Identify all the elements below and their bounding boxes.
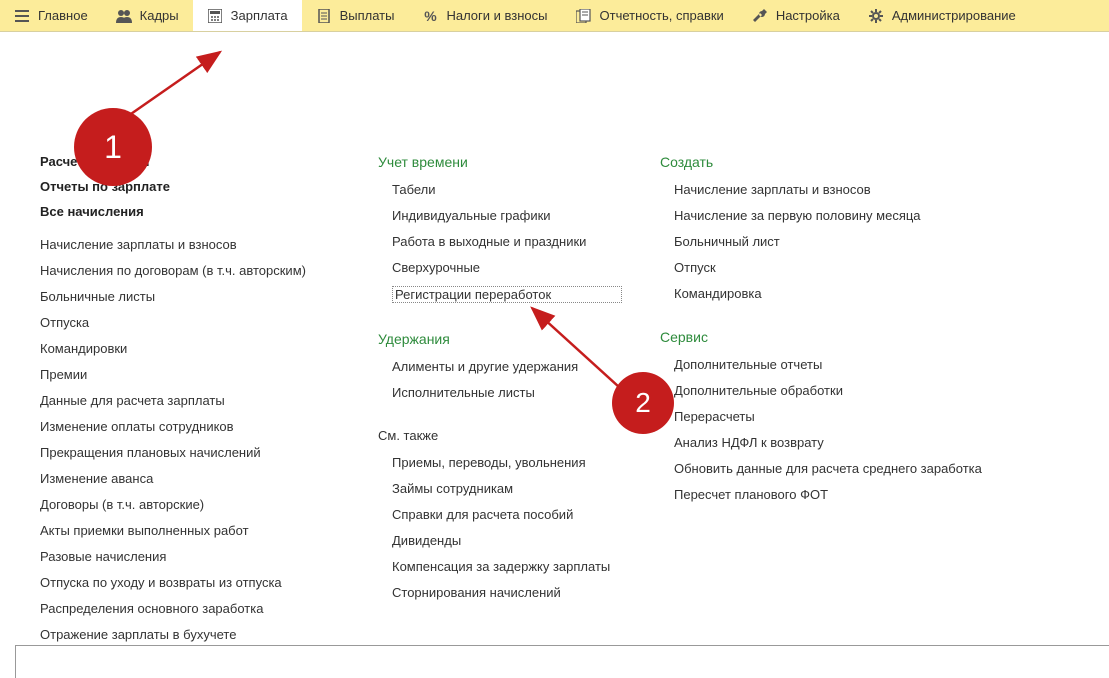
link-item[interactable]: Отражение зарплаты в бухучете [40,627,342,642]
toolbar-item-4[interactable]: % Налоги и взносы [408,0,561,31]
link-item[interactable]: Приемы, переводы, увольнения [392,455,622,470]
link-item[interactable]: Табели [392,182,622,197]
link-item[interactable]: Отпуска [40,315,342,330]
link-item[interactable]: Разовые начисления [40,549,342,564]
wrench-icon [752,8,768,24]
section-header-service: Сервис [660,329,1091,345]
link-item[interactable]: Начисление зарплаты и взносов [40,237,342,252]
link-item[interactable]: Отпуска по уходу и возвраты из отпуска [40,575,342,590]
link-item[interactable]: Анализ НДФЛ к возврату [674,435,1091,450]
top-toolbar: Главное Кадры Зарплата Выплаты% Налоги и взн… [0,0,1109,32]
section-header-time: Учет времени [378,60,622,170]
bottom-border [15,645,1109,675]
toolbar-item-3[interactable]: Выплаты [302,0,409,31]
link-item[interactable]: Больничные листы [40,289,342,304]
toolbar-label: Кадры [140,8,179,23]
section-header-deductions: Удержания [378,331,622,347]
link-item[interactable]: Командировки [40,341,342,356]
link-item[interactable]: Начисление зарплаты и взносов [674,182,1091,197]
toolbar-label: Главное [38,8,88,23]
link-item[interactable]: Перерасчеты [674,409,1091,424]
menu-icon [14,8,30,24]
section-header-seealso: См. также [378,428,622,443]
toolbar-item-2[interactable]: Зарплата [193,0,302,31]
link-item[interactable]: Сверхурочные [392,260,622,275]
left-border [15,645,16,678]
link-item[interactable]: Начисление за первую половину месяца [674,208,1091,223]
link-item[interactable]: Индивидуальные графики [392,208,622,223]
toolbar-label: Зарплата [231,8,288,23]
link-item[interactable]: Распределения основного заработка [40,601,342,616]
link-item[interactable]: Отчеты по зарплате [40,179,342,194]
link-item[interactable]: Алименты и другие удержания [392,359,622,374]
toolbar-label: Выплаты [340,8,395,23]
calc-icon [207,8,223,24]
link-item[interactable]: Дивиденды [392,533,622,548]
link-item[interactable]: Данные для расчета зарплаты [40,393,342,408]
toolbar-item-5[interactable]: Отчетность, справки [562,0,738,31]
link-item[interactable]: Работа в выходные и праздники [392,234,622,249]
link-item[interactable]: Пересчет планового ФОТ [674,487,1091,502]
toolbar-item-7[interactable]: Администрирование [854,0,1030,31]
report-icon [576,8,592,24]
link-item[interactable]: Прекращения плановых начислений [40,445,342,460]
gear-icon [868,8,884,24]
toolbar-item-1[interactable]: Кадры [102,0,193,31]
link-item[interactable]: Обновить данные для расчета среднего зар… [674,461,1091,476]
link-item[interactable]: Акты приемки выполненных работ [40,523,342,538]
link-item[interactable]: Отпуск [674,260,1091,275]
link-item[interactable]: Изменение аванса [40,471,342,486]
toolbar-item-6[interactable]: Настройка [738,0,854,31]
toolbar-label: Администрирование [892,8,1016,23]
link-item[interactable]: Сторнирования начислений [392,585,622,600]
annotation-badge-2: 2 [612,372,674,434]
main-content: 1 2 Расчет зарплатыОтчеты по зарплатеВсе… [0,32,1109,653]
link-item[interactable]: Регистрации переработок [392,286,622,303]
column-main: Расчет зарплатыОтчеты по зарплатеВсе нач… [0,60,360,653]
link-item[interactable]: Командировка [674,286,1091,301]
link-item[interactable]: Больничный лист [674,234,1091,249]
percent-icon: % [422,8,438,24]
section-header-create: Создать [660,60,1091,170]
annotation-badge-1: 1 [74,108,152,186]
link-item[interactable]: Договоры (в т.ч. авторские) [40,497,342,512]
link-item[interactable]: Начисления по договорам (в т.ч. авторски… [40,263,342,278]
link-item[interactable]: Исполнительные листы [392,385,622,400]
link-item[interactable]: Компенсация за задержку зарплаты [392,559,622,574]
toolbar-label: Налоги и взносы [446,8,547,23]
link-item[interactable]: Дополнительные обработки [674,383,1091,398]
link-item[interactable]: Займы сотрудникам [392,481,622,496]
toolbar-label: Настройка [776,8,840,23]
link-item[interactable]: Премии [40,367,342,382]
doc-icon [316,8,332,24]
toolbar-item-0[interactable]: Главное [0,0,102,31]
people-icon [116,8,132,24]
toolbar-label: Отчетность, справки [600,8,724,23]
link-item[interactable]: Справки для расчета пособий [392,507,622,522]
link-item[interactable]: Изменение оплаты сотрудников [40,419,342,434]
column-create: Создать Начисление зарплаты и взносов Нач… [640,60,1109,653]
link-item[interactable]: Дополнительные отчеты [674,357,1091,372]
column-time: Учет времени Табели Индивидуальные график… [360,60,640,653]
link-item[interactable]: Все начисления [40,204,342,219]
